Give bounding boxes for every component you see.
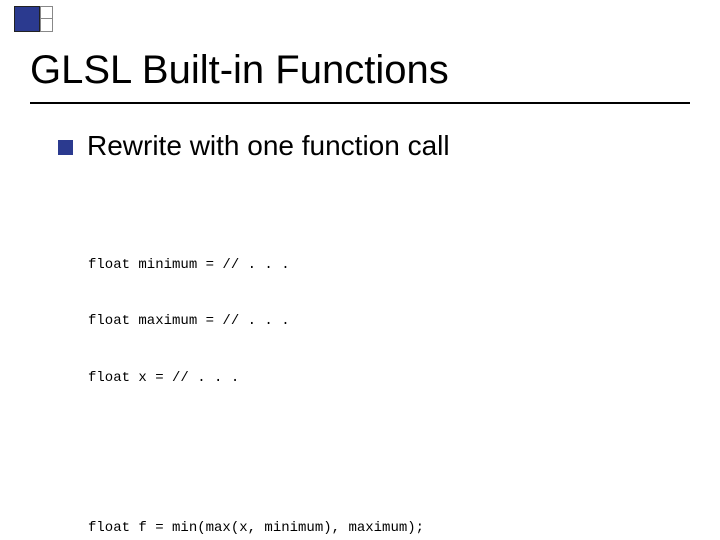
code-line: float maximum = // . . .	[88, 312, 680, 331]
deco-square-small	[40, 19, 53, 32]
deco-square-small	[40, 6, 53, 19]
code-block-declarations: float minimum = // . . . float maximum =…	[88, 218, 680, 426]
deco-squares-small	[40, 6, 53, 32]
code-block-result: float f = min(max(x, minimum), maximum);	[88, 481, 680, 540]
slide-body: Rewrite with one function call float min…	[58, 130, 680, 540]
bullet-square-icon	[58, 140, 73, 155]
deco-square-large	[14, 6, 40, 32]
code-line: float minimum = // . . .	[88, 256, 680, 275]
slide-title: GLSL Built-in Functions	[30, 48, 449, 93]
code-area: float minimum = // . . . float maximum =…	[88, 180, 680, 540]
bullet-item: Rewrite with one function call	[58, 130, 680, 162]
bullet-text: Rewrite with one function call	[87, 130, 450, 162]
code-line: float f = min(max(x, minimum), maximum);	[88, 519, 680, 538]
code-line: float x = // . . .	[88, 369, 680, 388]
title-underline	[30, 102, 690, 104]
slide: GLSL Built-in Functions Rewrite with one…	[0, 0, 720, 540]
corner-decoration	[14, 6, 53, 32]
